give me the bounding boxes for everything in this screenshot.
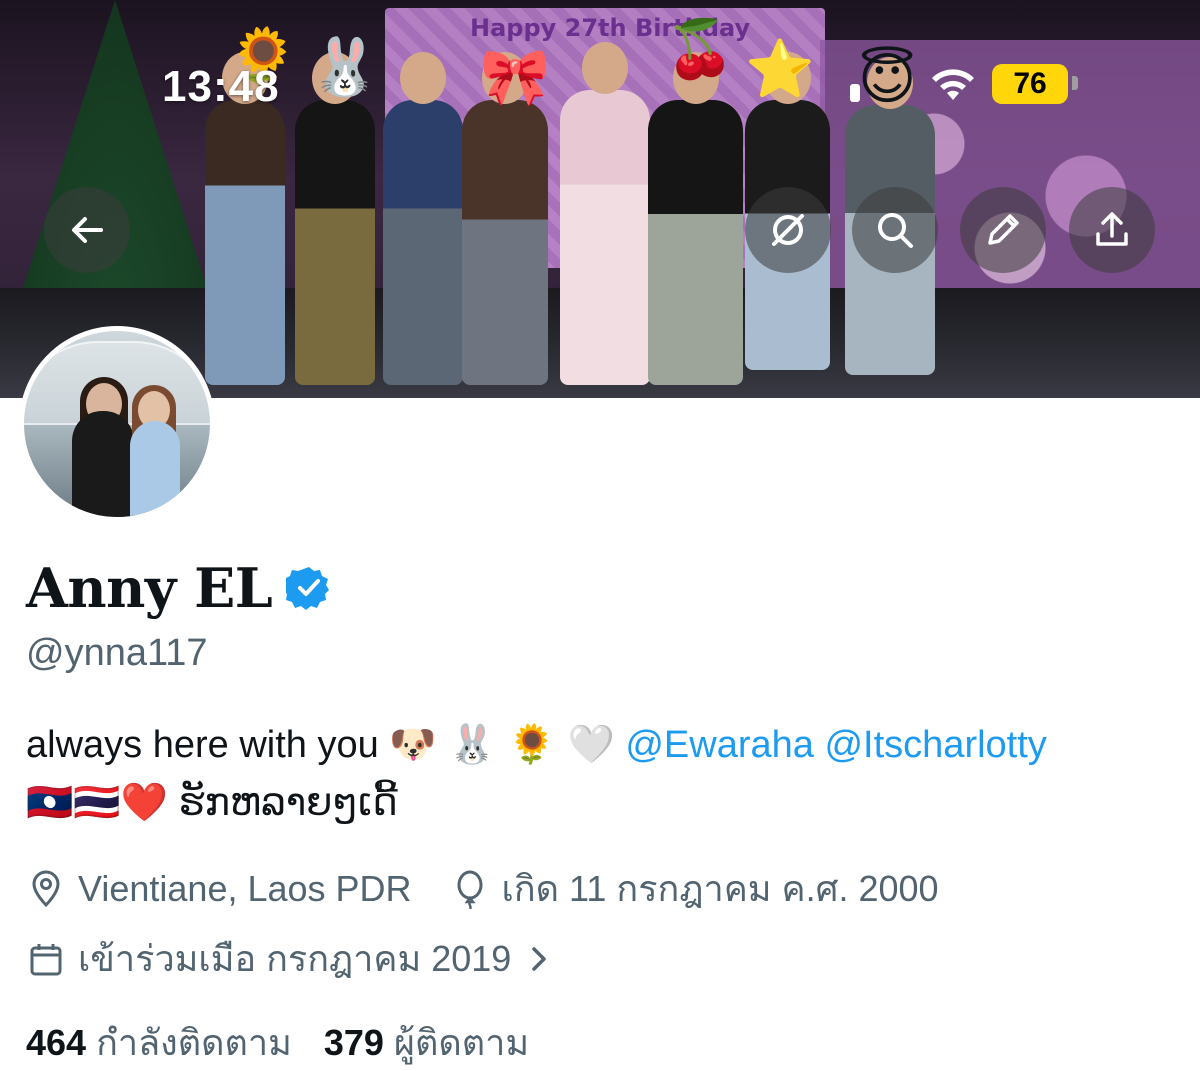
name-row: Anny EL — [26, 556, 332, 620]
birthday-text: เกิด 11 กรกฎาคม ค.ศ. 2000 — [501, 868, 939, 909]
cherries-emoji: 🍒 — [665, 17, 735, 82]
share-button[interactable] — [1069, 187, 1155, 273]
search-icon — [878, 213, 913, 248]
status-indicators: 76 — [850, 60, 1078, 108]
bio-line-2: 🇱🇦🇹🇭❤️ ຮັກຫລາຍໆເດີ້ — [26, 780, 398, 825]
balloon-icon — [457, 870, 483, 909]
display-name: Anny EL — [26, 556, 273, 620]
wifi-icon — [932, 69, 974, 100]
follow-stats: 464 กำลังติดตาม 379 ผู้ติดตาม — [26, 1014, 529, 1071]
location-item: Vientiane, Laos PDR — [26, 868, 412, 910]
calendar-icon — [30, 943, 62, 975]
person-figure — [560, 42, 650, 385]
pencil-icon — [988, 214, 1019, 245]
location-text: Vientiane, Laos PDR — [78, 867, 412, 909]
person-figure — [205, 52, 285, 385]
person-figure — [648, 52, 743, 385]
following-link[interactable]: 464 กำลังติดตาม — [26, 1014, 292, 1071]
verified-badge-icon[interactable] — [286, 565, 332, 611]
profile-banner[interactable]: Happy 27th Birthday 🌻 🐰 🎀 🍒 ⭐ 😇 13:48 76 — [0, 0, 1200, 398]
following-label: กำลังติดตาม — [96, 1022, 292, 1063]
person-figure — [295, 52, 375, 385]
share-icon — [1096, 212, 1128, 246]
back-button[interactable] — [44, 187, 130, 273]
bio-line-1: always here with you 🐶 🐰 🌻 🤍 @Ewaraha @I… — [26, 722, 1047, 767]
bio-flags-emojis: 🇱🇦🇹🇭❤️ — [26, 780, 168, 824]
birthday-item: เกิด 11 กรกฎาคม ค.ศ. 2000 — [450, 860, 939, 917]
grok-button[interactable] — [745, 187, 831, 273]
edit-button[interactable] — [960, 187, 1046, 273]
mention-link[interactable]: @Itscharlotty — [824, 724, 1046, 766]
bio-text: always here with you — [26, 724, 379, 766]
signal-icon — [850, 84, 860, 102]
grok-icon — [772, 214, 804, 246]
followers-label: ผู้ติดตาม — [393, 1022, 530, 1063]
chevron-right-icon — [532, 946, 547, 971]
status-time: 13:48 — [162, 62, 280, 111]
following-count: 464 — [26, 1022, 87, 1063]
meta-row-1: Vientiane, Laos PDR เกิด 11 กรกฎาคม ค.ศ.… — [26, 860, 939, 917]
person-figure — [383, 52, 463, 385]
meta-row-2[interactable]: เข้าร่วมเมือ กรกฎาคม 2019 — [26, 930, 559, 987]
person-figure — [462, 52, 548, 385]
location-pin-icon — [32, 870, 60, 907]
avatar[interactable] — [24, 331, 210, 517]
star-emoji: ⭐ — [745, 37, 815, 102]
user-handle: @ynna117 — [26, 632, 208, 674]
avatar-ring[interactable] — [19, 326, 215, 522]
search-button[interactable] — [852, 187, 938, 273]
bio-lao-text: ຮັກຫລາຍໆເດີ້ — [178, 782, 398, 824]
arrow-left-icon — [72, 217, 103, 243]
ribbon-emoji: 🎀 — [480, 45, 550, 110]
joined-text: เข้าร่วมเมือ กรกฎาคม 2019 — [78, 938, 512, 979]
battery-indicator: 76 — [992, 64, 1078, 104]
rabbit-emoji: 🐰 — [310, 35, 380, 100]
followers-link[interactable]: 379 ผู้ติดตาม — [324, 1014, 529, 1071]
followers-count: 379 — [323, 1022, 384, 1063]
mention-link[interactable]: @Ewaraha — [625, 724, 814, 766]
bio-emojis: 🐶 🐰 🌻 🤍 — [389, 722, 615, 766]
